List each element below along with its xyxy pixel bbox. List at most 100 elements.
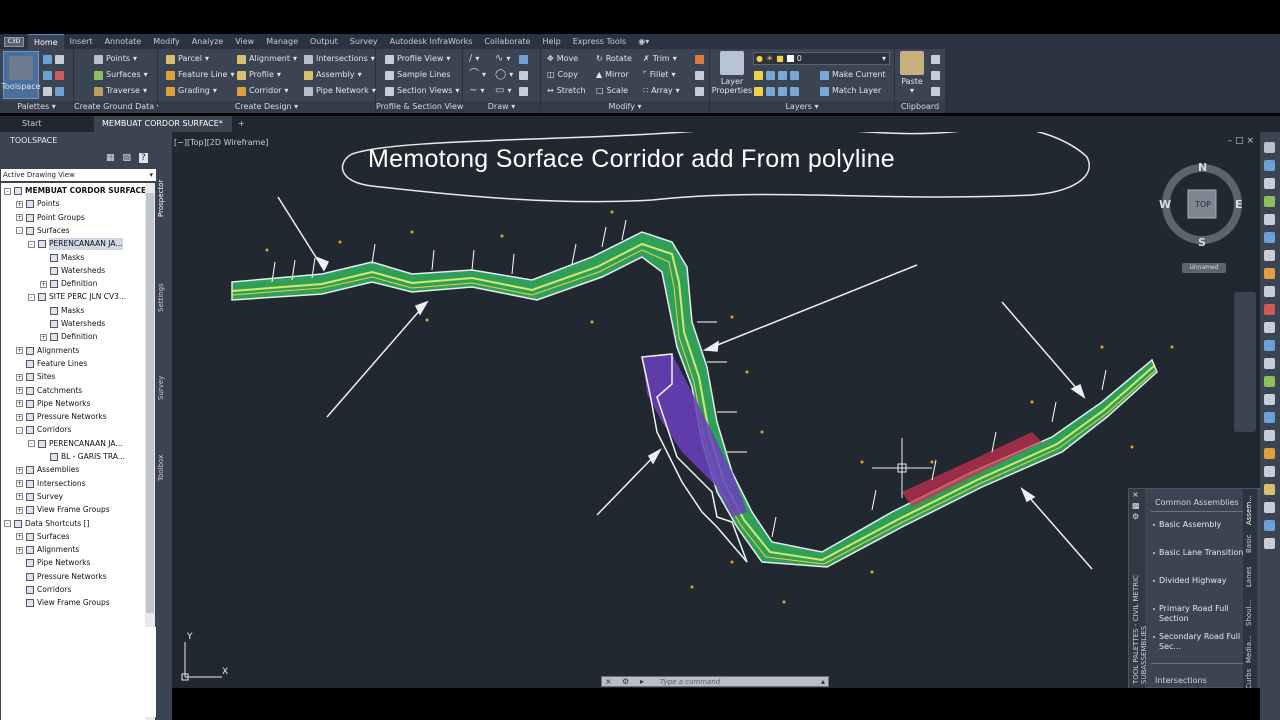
polyline-tool[interactable]: ∿ ▾ <box>495 52 510 66</box>
strip-icon-13[interactable] <box>1264 358 1275 369</box>
match-props-icon[interactable] <box>931 84 940 98</box>
tree-item[interactable]: - PERENCANAAN JA... <box>28 438 123 450</box>
tab-home[interactable]: Home <box>28 34 64 49</box>
scale-button[interactable]: □ Scale <box>596 84 628 98</box>
layer-tools-row-2[interactable] <box>754 84 799 98</box>
points-button[interactable]: Points ▾ <box>94 52 137 66</box>
tree-item[interactable]: + Sites <box>16 371 55 383</box>
tree-item[interactable]: + Assemblies <box>16 464 79 476</box>
tree-item[interactable]: + Intersections <box>16 478 86 490</box>
palette-item-basic-assembly[interactable]: Basic Assembly <box>1153 520 1249 530</box>
copy-button[interactable]: ◫ Copy <box>547 68 578 82</box>
tree-item[interactable]: Pipe Networks <box>16 557 90 569</box>
draw-icon-b[interactable] <box>519 68 528 82</box>
expand-icon[interactable]: + <box>16 546 23 554</box>
strip-icon-12[interactable] <box>1264 340 1275 351</box>
tab-view[interactable]: View <box>229 34 260 49</box>
compass-west[interactable]: W <box>1159 198 1171 211</box>
tree-item[interactable]: - SITE PERC JLN CV3... <box>28 291 126 303</box>
expand-icon[interactable]: + <box>16 493 23 501</box>
strip-icon-3[interactable] <box>1264 178 1275 189</box>
palette-item-divided-highway[interactable]: Divided Highway <box>1153 576 1249 586</box>
palette-item-primary-road[interactable]: Primary Road Full Section <box>1153 604 1249 624</box>
palette-icon-1[interactable] <box>43 52 64 66</box>
palette-icon-3[interactable] <box>43 84 64 98</box>
stretch-button[interactable]: ↔ Stretch <box>547 84 586 98</box>
expand-icon[interactable]: + <box>16 506 23 514</box>
rectangle-tool[interactable]: ▭ ▾ <box>495 84 511 98</box>
trim-button[interactable]: ✗ Trim ▾ <box>643 52 677 66</box>
collapse-icon[interactable]: - <box>16 426 23 434</box>
tree-item[interactable]: + Survey <box>16 491 63 503</box>
strip-icon-19[interactable] <box>1264 466 1275 477</box>
intersections-button[interactable]: Intersections ▾ <box>304 52 375 66</box>
strip-icon-23[interactable] <box>1264 538 1275 549</box>
close-icon[interactable]: × <box>1132 490 1139 499</box>
collapse-icon[interactable]: - <box>28 293 35 301</box>
expand-icon[interactable]: + <box>16 214 23 222</box>
palette-item-secondary-road[interactable]: Secondary Road Full Sec... <box>1153 632 1249 652</box>
tree-item[interactable]: - Corridors <box>16 424 71 436</box>
viewcube-top-face[interactable]: TOP <box>1195 200 1211 209</box>
application-menu-button[interactable]: C3D <box>0 34 28 49</box>
palettes-panel-title[interactable]: Palettes ▾ <box>0 101 73 113</box>
mirror-button[interactable]: ▲ Mirror <box>596 68 629 82</box>
layer-tools-row-1[interactable] <box>754 68 799 82</box>
strip-icon-16[interactable] <box>1264 412 1275 423</box>
arc-tool[interactable]: ⌒ ▾ <box>469 68 486 82</box>
grading-button[interactable]: Grading ▾ <box>166 84 217 98</box>
alignment-button[interactable]: Alignment ▾ <box>237 52 297 66</box>
tree-item[interactable]: Watersheds <box>40 265 105 277</box>
drawing-canvas[interactable]: [−][Top][2D Wireframe] – □ × N S E W TOP… <box>172 132 1260 688</box>
new-tab-button[interactable]: + <box>234 116 252 132</box>
view-select-dropdown[interactable]: Active Drawing View ▾ <box>1 169 156 181</box>
palette-tab-assemblies[interactable]: Assem... <box>1245 491 1253 525</box>
tab-output[interactable]: Output <box>304 34 344 49</box>
copy-clip-icon[interactable] <box>931 68 940 82</box>
tree-item[interactable]: + Pipe Networks <box>16 398 90 410</box>
tab-express-tools[interactable]: Express Tools <box>567 34 633 49</box>
section-views-button[interactable]: Section Views ▾ <box>385 84 459 98</box>
corridor-button[interactable]: Corridor ▾ <box>237 84 288 98</box>
paste-button[interactable]: Paste ▾ <box>898 51 926 95</box>
collapse-icon[interactable]: - <box>28 440 35 448</box>
cut-icon[interactable] <box>931 52 940 66</box>
expand-icon[interactable]: + <box>16 347 23 355</box>
scroll-thumb[interactable] <box>146 193 154 613</box>
profile-view-button[interactable]: Profile View ▾ <box>385 52 450 66</box>
tree-item[interactable]: + Alignments <box>16 544 79 556</box>
pin-icon[interactable]: ▩ <box>1132 501 1140 510</box>
strip-icon-14[interactable] <box>1264 376 1275 387</box>
command-input[interactable]: Type a command <box>660 677 720 687</box>
tree-item[interactable]: Masks <box>40 252 84 264</box>
offset-icon[interactable] <box>695 84 704 98</box>
profile-section-panel-title[interactable]: Profile & Section Views ▾ <box>376 101 474 113</box>
layer-dropdown[interactable]: ● ☀ ■ 0 ▾ <box>753 52 890 65</box>
fillet-button[interactable]: ⌜ Fillet ▾ <box>643 68 676 82</box>
toolspace-refresh-icon[interactable]: ▨ <box>123 153 132 163</box>
tab-annotate[interactable]: Annotate <box>99 34 148 49</box>
tab-modify[interactable]: Modify <box>147 34 186 49</box>
palette-tab-medians[interactable]: Media... <box>1245 631 1253 663</box>
ucs-menu[interactable]: Unnamed <box>1182 263 1226 273</box>
strip-icon-8[interactable] <box>1264 268 1275 279</box>
expand-icon[interactable]: + <box>16 200 23 208</box>
expand-icon[interactable]: + <box>16 373 23 381</box>
expand-icon[interactable]: + <box>40 280 47 288</box>
palette-tab-shoulders[interactable]: Shoul... <box>1245 594 1253 626</box>
parcel-button[interactable]: Parcel ▾ <box>166 52 209 66</box>
expand-icon[interactable]: + <box>16 480 23 488</box>
strip-icon-20[interactable] <box>1264 484 1275 495</box>
expand-icon[interactable]: + <box>16 400 23 408</box>
expand-icon[interactable]: + <box>16 466 23 474</box>
rotate-button[interactable]: ↻ Rotate <box>596 52 632 66</box>
properties-icon[interactable]: ⚙ <box>1132 512 1139 521</box>
tree-item[interactable]: Feature Lines <box>16 358 87 370</box>
strip-icon-1[interactable] <box>1264 142 1275 153</box>
pipe-network-button[interactable]: Pipe Network ▾ <box>304 84 376 98</box>
feature-line-button[interactable]: Feature Line ▾ <box>166 68 234 82</box>
strip-icon-5[interactable] <box>1264 214 1275 225</box>
wrench-icon[interactable]: ⚙ <box>622 677 629 687</box>
layer-properties-button[interactable]: Layer Properties <box>712 51 752 95</box>
draw-icon-a[interactable] <box>519 52 528 66</box>
